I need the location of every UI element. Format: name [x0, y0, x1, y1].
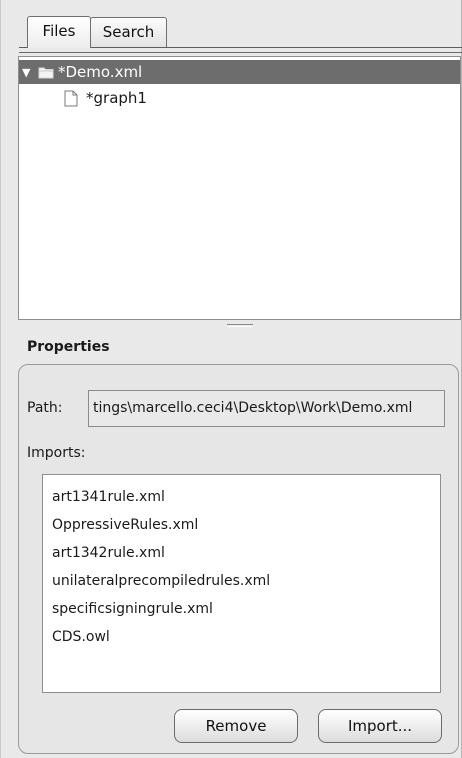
- list-item[interactable]: specificsigningrule.xml: [43, 595, 440, 623]
- remove-button[interactable]: Remove: [174, 709, 298, 743]
- list-item[interactable]: CDS.owl: [43, 623, 440, 651]
- list-item[interactable]: art1342rule.xml: [43, 539, 440, 567]
- document-icon: [64, 90, 78, 106]
- list-item[interactable]: unilateralprecompiledrules.xml: [43, 567, 440, 595]
- tab-bar: Files Search: [1, 0, 462, 58]
- expand-arrow-icon[interactable]: ▼: [22, 66, 32, 79]
- panel-splitter[interactable]: [1, 320, 462, 332]
- folder-icon: [38, 67, 54, 78]
- properties-title: Properties: [27, 339, 110, 355]
- tab-search[interactable]: Search: [90, 17, 167, 47]
- tree-item-demo-xml[interactable]: ▼ *Demo.xml: [19, 60, 460, 84]
- tree-item-label: *graph1: [86, 89, 147, 107]
- path-label: Path:: [27, 400, 63, 416]
- file-tree[interactable]: ▼ *Demo.xml *graph1: [18, 56, 461, 320]
- list-item[interactable]: OppressiveRules.xml: [43, 511, 440, 539]
- app-panel: Files Search ▼ *Demo.xml *graph1 Propert…: [0, 0, 462, 758]
- path-field[interactable]: tings\marcello.ceci4\Desktop\Work\Demo.x…: [88, 390, 445, 427]
- tab-files[interactable]: Files: [27, 16, 91, 48]
- tab-divider-lower: [19, 52, 462, 53]
- imports-list[interactable]: art1341rule.xml OppressiveRules.xml art1…: [42, 474, 441, 693]
- tree-item-graph1[interactable]: *graph1: [19, 86, 460, 110]
- list-item[interactable]: art1341rule.xml: [43, 483, 440, 511]
- imports-label: Imports:: [27, 445, 86, 461]
- tree-item-label: *Demo.xml: [58, 63, 143, 81]
- splitter-grip-icon[interactable]: [227, 324, 253, 327]
- import-button[interactable]: Import...: [318, 709, 442, 743]
